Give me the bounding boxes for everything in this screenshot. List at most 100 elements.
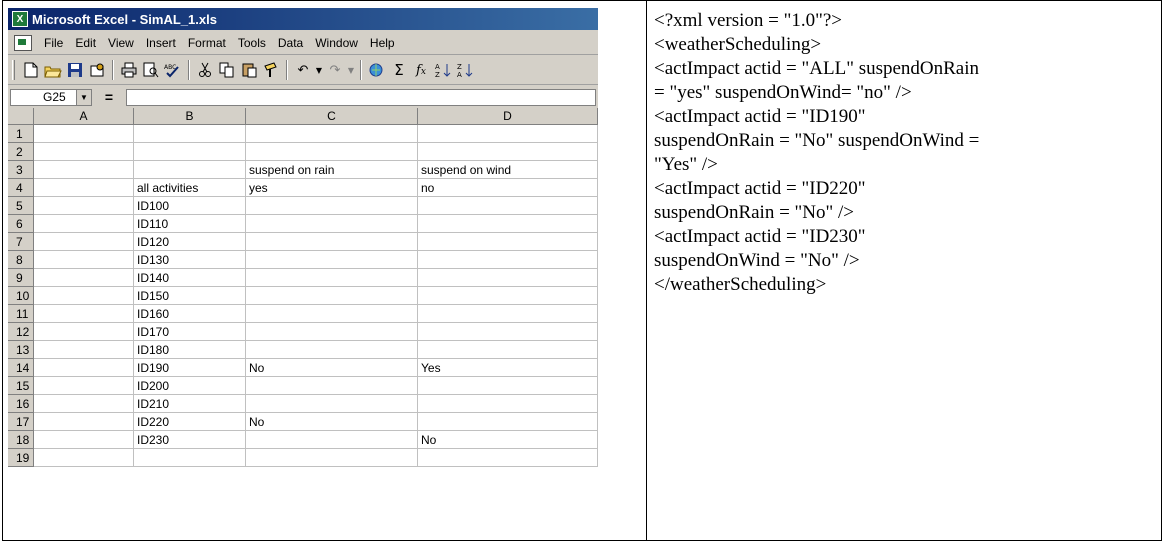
cell-d[interactable] <box>418 125 598 143</box>
row-header[interactable]: 16 <box>8 395 34 413</box>
toolbar-grip[interactable] <box>12 60 15 80</box>
cell-c[interactable] <box>246 269 418 287</box>
cell-d[interactable] <box>418 269 598 287</box>
cell-d[interactable] <box>418 143 598 161</box>
cell-c[interactable] <box>246 449 418 467</box>
cell-a[interactable] <box>34 179 134 197</box>
cell-b[interactable]: ID150 <box>134 287 246 305</box>
row-header[interactable]: 15 <box>8 377 34 395</box>
cell-c[interactable] <box>246 125 418 143</box>
cell-b[interactable] <box>134 143 246 161</box>
row-header[interactable]: 3 <box>8 161 34 179</box>
cell-d[interactable]: Yes <box>418 359 598 377</box>
row-header[interactable]: 12 <box>8 323 34 341</box>
cell-a[interactable] <box>34 233 134 251</box>
menu-insert[interactable]: Insert <box>140 36 182 50</box>
permission-icon[interactable] <box>87 60 107 80</box>
redo-dropdown-icon[interactable]: ▼ <box>347 60 355 80</box>
undo-dropdown-icon[interactable]: ▼ <box>315 60 323 80</box>
cell-a[interactable] <box>34 449 134 467</box>
cell-b[interactable]: ID110 <box>134 215 246 233</box>
cell-b[interactable]: ID170 <box>134 323 246 341</box>
cell-d[interactable] <box>418 413 598 431</box>
name-box-dropdown-icon[interactable]: ▼ <box>76 89 91 105</box>
paste-icon[interactable] <box>239 60 259 80</box>
cell-d[interactable]: suspend on wind <box>418 161 598 179</box>
row-header[interactable]: 18 <box>8 431 34 449</box>
cell-a[interactable] <box>34 161 134 179</box>
cell-a[interactable] <box>34 215 134 233</box>
cell-c[interactable] <box>246 251 418 269</box>
cell-c[interactable] <box>246 233 418 251</box>
cell-d[interactable] <box>418 341 598 359</box>
workbook-icon[interactable] <box>14 35 32 51</box>
cell-d[interactable] <box>418 305 598 323</box>
row-header[interactable]: 4 <box>8 179 34 197</box>
cell-c[interactable] <box>246 197 418 215</box>
column-header-a[interactable]: A <box>34 108 134 125</box>
save-icon[interactable] <box>65 60 85 80</box>
cell-d[interactable] <box>418 233 598 251</box>
cell-b[interactable]: ID160 <box>134 305 246 323</box>
cell-d[interactable]: No <box>418 431 598 449</box>
cell-d[interactable] <box>418 323 598 341</box>
cell-c[interactable]: yes <box>246 179 418 197</box>
cell-c[interactable] <box>246 395 418 413</box>
cell-b[interactable]: ID210 <box>134 395 246 413</box>
format-painter-icon[interactable] <box>261 60 281 80</box>
row-header[interactable]: 14 <box>8 359 34 377</box>
undo-icon[interactable]: ↶ <box>293 60 313 80</box>
print-icon[interactable] <box>119 60 139 80</box>
cell-c[interactable] <box>246 215 418 233</box>
cell-a[interactable] <box>34 287 134 305</box>
print-preview-icon[interactable] <box>141 60 161 80</box>
menu-format[interactable]: Format <box>182 36 232 50</box>
function-icon[interactable]: fx <box>411 60 431 80</box>
cell-b[interactable]: ID140 <box>134 269 246 287</box>
cell-a[interactable] <box>34 341 134 359</box>
cell-c[interactable] <box>246 341 418 359</box>
cell-b[interactable]: ID100 <box>134 197 246 215</box>
column-header-b[interactable]: B <box>134 108 246 125</box>
sort-descending-icon[interactable]: ZA <box>455 60 475 80</box>
cell-b[interactable]: ID180 <box>134 341 246 359</box>
sort-ascending-icon[interactable]: AZ <box>433 60 453 80</box>
menu-tools[interactable]: Tools <box>232 36 272 50</box>
cell-a[interactable] <box>34 377 134 395</box>
cell-a[interactable] <box>34 125 134 143</box>
spelling-icon[interactable]: ABC <box>163 60 183 80</box>
row-header[interactable]: 2 <box>8 143 34 161</box>
cell-a[interactable] <box>34 269 134 287</box>
cell-d[interactable] <box>418 287 598 305</box>
cell-c[interactable] <box>246 323 418 341</box>
cell-d[interactable] <box>418 251 598 269</box>
cell-c[interactable]: No <box>246 359 418 377</box>
row-header[interactable]: 19 <box>8 449 34 467</box>
cell-b[interactable]: ID130 <box>134 251 246 269</box>
new-icon[interactable] <box>21 60 41 80</box>
insert-function-button[interactable]: = <box>92 89 126 105</box>
open-icon[interactable] <box>43 60 63 80</box>
formula-input[interactable] <box>126 88 596 106</box>
row-header[interactable]: 7 <box>8 233 34 251</box>
row-header[interactable]: 5 <box>8 197 34 215</box>
row-header[interactable]: 6 <box>8 215 34 233</box>
cell-a[interactable] <box>34 395 134 413</box>
cell-b[interactable]: ID200 <box>134 377 246 395</box>
row-header[interactable]: 8 <box>8 251 34 269</box>
column-header-d[interactable]: D <box>418 108 598 125</box>
cell-b[interactable] <box>134 125 246 143</box>
cell-c[interactable] <box>246 305 418 323</box>
cell-a[interactable] <box>34 143 134 161</box>
cell-c[interactable] <box>246 377 418 395</box>
row-header[interactable]: 17 <box>8 413 34 431</box>
menu-file[interactable]: File <box>38 36 69 50</box>
cell-b[interactable]: ID220 <box>134 413 246 431</box>
name-box[interactable]: G25 ▼ <box>10 88 92 106</box>
menu-help[interactable]: Help <box>364 36 401 50</box>
cell-a[interactable] <box>34 413 134 431</box>
cell-b[interactable]: ID120 <box>134 233 246 251</box>
cell-c[interactable] <box>246 143 418 161</box>
cell-a[interactable] <box>34 359 134 377</box>
menu-data[interactable]: Data <box>272 36 309 50</box>
